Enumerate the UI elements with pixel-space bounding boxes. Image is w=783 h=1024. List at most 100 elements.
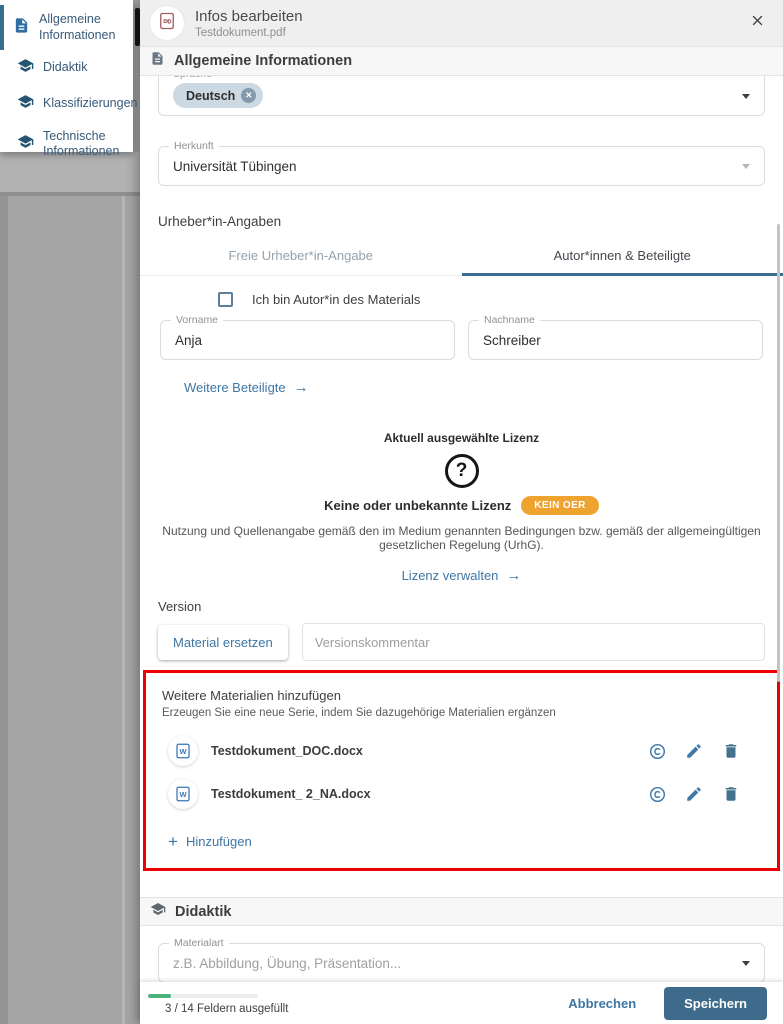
dialog-header: Infos bearbeiten Testdokument.pdf	[140, 0, 783, 47]
backdrop-divider	[122, 196, 125, 1024]
graduation-cap-icon	[17, 57, 34, 79]
materialien-subheading: Erzeugen Sie eine neue Serie, indem Sie …	[162, 707, 761, 719]
weitere-beteiligte-link[interactable]: Weitere Beteiligte →	[184, 380, 309, 395]
help-circle-icon: ?	[445, 454, 479, 488]
author-checkbox-row: Ich bin Autor*in des Materials	[218, 292, 783, 307]
sidebar-item-didaktik[interactable]: Didaktik	[0, 50, 133, 86]
urheber-heading: Urheber*in-Angaben	[158, 214, 765, 229]
vorname-field[interactable]: Vorname	[160, 320, 455, 360]
materialart-placeholder: z.B. Abbildung, Übung, Präsentation...	[173, 956, 401, 971]
chevron-down-icon	[742, 961, 750, 966]
version-row: Material ersetzen	[158, 623, 765, 661]
chip-label: Deutsch	[186, 89, 235, 103]
dialog-titles: Infos bearbeiten Testdokument.pdf	[195, 8, 745, 39]
weitere-materialien-section: Weitere Materialien hinzufügen Erzeugen …	[143, 670, 780, 871]
license-block: Aktuell ausgewählte Lizenz ? Keine oder …	[140, 431, 783, 585]
graduation-cap-icon	[150, 901, 166, 922]
field-label: Nachname	[479, 314, 540, 326]
sidebar-item-technische-informationen[interactable]: Technische Informationen	[0, 122, 133, 167]
material-file-row: W Testdokument_DOC.docx	[162, 736, 761, 766]
kein-oer-badge: KEIN OER	[521, 496, 599, 515]
materialien-heading: Weitere Materialien hinzufügen	[162, 688, 761, 703]
field-label: Herkunft	[169, 140, 219, 152]
lizenz-verwalten-link[interactable]: Lizenz verwalten →	[402, 568, 522, 583]
author-name-fields: Vorname Nachname	[160, 320, 763, 360]
chevron-down-icon	[742, 94, 750, 99]
sidebar-item-label: Klassifizierungen	[43, 96, 138, 112]
file-avatar	[150, 6, 184, 40]
graduation-cap-icon	[17, 133, 34, 155]
language-chip: Deutsch ✕	[173, 83, 263, 108]
section-title: Didaktik	[175, 904, 231, 920]
license-name-row: Keine oder unbekannte Lizenz KEIN OER	[140, 496, 783, 515]
progress-text: 3 / 14 Feldern ausgefüllt	[165, 1003, 288, 1015]
urheber-tabs: Freie Urheber*in-Angabe Autor*innen & Be…	[140, 237, 783, 276]
section-header-allgemeine-informationen: Allgemeine Informationen	[140, 47, 783, 76]
material-ersetzen-button[interactable]: Material ersetzen	[158, 625, 288, 660]
dialog-footer: 3 / 14 Feldern ausgefüllt Abbrechen Spei…	[140, 982, 783, 1024]
vorname-input[interactable]	[175, 333, 440, 348]
tab-autorinnen-beteiligte[interactable]: Autor*innen & Beteiligte	[462, 237, 783, 275]
sidebar-item-label: Allgemeine Informationen	[39, 12, 127, 43]
chip-remove-icon[interactable]: ✕	[241, 88, 256, 103]
language-field-label-fragment: Sprache	[173, 76, 212, 80]
backdrop-edge	[0, 192, 140, 196]
close-icon	[750, 13, 765, 33]
edit-pencil-icon[interactable]	[684, 741, 704, 761]
progress-bar	[148, 994, 258, 998]
progress-fill	[148, 994, 171, 998]
word-file-icon: W	[168, 736, 198, 766]
file-actions	[647, 784, 741, 804]
section-header-didaktik: Didaktik	[140, 897, 783, 926]
sidebar-item-label: Didaktik	[43, 60, 87, 76]
file-actions	[647, 741, 741, 761]
edit-pencil-icon[interactable]	[684, 784, 704, 804]
speichern-button[interactable]: Speichern	[664, 987, 767, 1020]
language-field[interactable]: Sprache Deutsch ✕	[158, 76, 765, 116]
dialog-scrollbar-thumb[interactable]	[777, 224, 780, 682]
version-heading: Version	[158, 599, 765, 614]
trash-icon[interactable]	[721, 784, 741, 804]
copyright-icon[interactable]	[647, 784, 667, 804]
version-block: Version Material ersetzen	[158, 599, 765, 661]
nachname-input[interactable]	[483, 333, 748, 348]
license-description: Nutzung und Quellenangabe gemäß den im M…	[160, 524, 763, 552]
section-title: Allgemeine Informationen	[174, 53, 352, 69]
word-file-icon: W	[168, 779, 198, 809]
document-icon	[13, 17, 30, 39]
field-label: Vorname	[171, 314, 223, 326]
license-manage-row: Lizenz verwalten →	[140, 567, 783, 585]
author-checkbox[interactable]	[218, 292, 233, 307]
sidebar-item-label: Technische Informationen	[43, 129, 127, 160]
graduation-cap-icon	[17, 93, 34, 115]
herkunft-field[interactable]: Herkunft Universität Tübingen	[158, 146, 765, 186]
license-name: Keine oder unbekannte Lizenz	[324, 498, 511, 513]
scrollbar-thumb[interactable]	[135, 8, 140, 46]
field-label: Materialart	[169, 937, 229, 949]
footer-actions: Abbrechen Speichern	[568, 987, 767, 1020]
chevron-down-icon	[742, 164, 750, 169]
plus-icon: +	[168, 833, 178, 850]
trash-icon[interactable]	[721, 741, 741, 761]
nachname-field[interactable]: Nachname	[468, 320, 763, 360]
versionskommentar-input[interactable]	[302, 623, 765, 661]
section-nav: Allgemeine Informationen Didaktik Klassi…	[0, 0, 133, 152]
tab-freie-urheberangabe[interactable]: Freie Urheber*in-Angabe	[140, 237, 462, 275]
copyright-icon[interactable]	[647, 741, 667, 761]
dialog-title: Infos bearbeiten	[195, 8, 745, 25]
arrow-right-icon: →	[294, 380, 309, 395]
hinzufuegen-link[interactable]: + Hinzufügen	[168, 833, 252, 850]
materialart-field[interactable]: Materialart z.B. Abbildung, Übung, Präse…	[158, 943, 765, 983]
sidebar-item-allgemeine-informationen[interactable]: Allgemeine Informationen	[0, 5, 133, 50]
screen: Allgemeine Informationen Didaktik Klassi…	[0, 0, 783, 1024]
document-icon	[150, 51, 165, 71]
pdf-file-icon	[157, 11, 177, 36]
close-button[interactable]	[745, 11, 769, 35]
edit-info-dialog: Infos bearbeiten Testdokument.pdf Allgem…	[140, 0, 783, 1024]
author-checkbox-label: Ich bin Autor*in des Materials	[252, 292, 420, 307]
dialog-content: Sprache Deutsch ✕ Herkunft Universität T…	[140, 76, 783, 1023]
abbrechen-button[interactable]: Abbrechen	[568, 996, 636, 1011]
progress-group: 3 / 14 Feldern ausgefüllt	[148, 992, 288, 1015]
sidebar-item-klassifizierungen[interactable]: Klassifizierungen	[0, 86, 133, 122]
file-name: Testdokument_DOC.docx	[211, 744, 647, 758]
